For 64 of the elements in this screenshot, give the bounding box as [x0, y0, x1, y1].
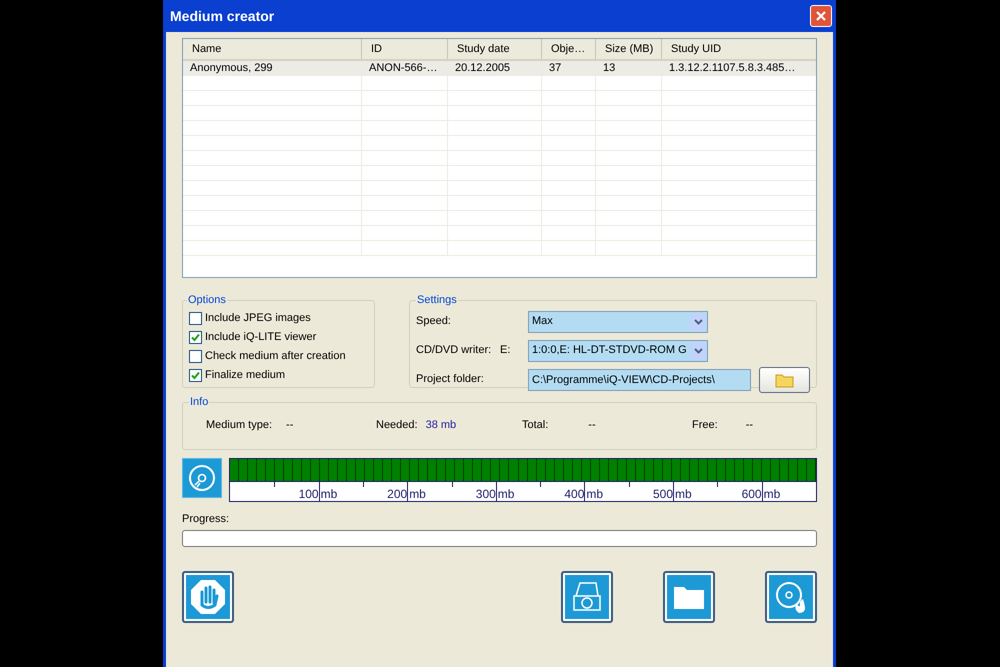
close-icon — [815, 10, 827, 22]
speed-dropdown[interactable]: Max — [528, 310, 708, 332]
group-title: Settings — [416, 293, 458, 308]
column-header[interactable]: Study date — [448, 39, 542, 59]
info-label: Needed: — [376, 418, 418, 432]
info-label: Free: — [692, 418, 718, 432]
burn-button[interactable] — [765, 570, 817, 622]
scale-label: 600 — [742, 486, 762, 503]
info-value: -- — [286, 418, 294, 432]
option-checkbox[interactable]: Include JPEG images — [189, 308, 368, 328]
column-header[interactable]: ID — [362, 39, 448, 59]
group-title: Options — [187, 293, 227, 308]
column-header[interactable]: Size (MB) — [596, 39, 662, 59]
close-button[interactable] — [810, 5, 832, 27]
scale-unit: mb — [320, 486, 338, 503]
scale-label: 300 — [476, 486, 496, 503]
column-header[interactable]: Study UID — [662, 39, 816, 59]
scale-label: 400 — [564, 486, 584, 503]
open-folder-button[interactable] — [663, 570, 715, 622]
project-folder-field[interactable]: C:\Programme\iQ-VIEW\CD-Projects\ — [528, 368, 751, 390]
scale-label: 100 — [298, 486, 319, 503]
disc-button[interactable] — [182, 458, 222, 498]
option-checkbox[interactable]: Check medium after creation — [189, 346, 368, 366]
checkbox[interactable] — [189, 368, 202, 382]
scale-unit: mb — [498, 486, 514, 503]
group-title: Info — [189, 395, 210, 410]
field-label: Project folder: — [416, 372, 485, 388]
checkbox[interactable] — [189, 312, 202, 324]
table-cell: Anonymous, 299 — [183, 61, 362, 75]
writer-dropdown[interactable]: 1:0:0,E: HL-DT-STDVD-ROM G — [528, 340, 708, 362]
info-value: -- — [746, 418, 754, 432]
info-label: Total: — [522, 418, 548, 432]
table-row[interactable]: Anonymous, 299 ANON-566-… 20.12.2005 37 13 1.3.12.2.1107.5.8.3.485… — [183, 61, 816, 76]
table-cell: 37 — [542, 61, 596, 75]
scale-label: 200 — [387, 486, 408, 503]
browse-folder-button[interactable] — [759, 366, 810, 392]
scale-unit: mb — [586, 486, 604, 503]
progress-label: Progress: — [182, 512, 230, 527]
table-cell: 1.3.12.2.1107.5.8.3.485… — [662, 61, 816, 75]
option-checkbox[interactable]: Include iQ-LITE viewer — [189, 328, 368, 346]
burner-button[interactable] — [561, 570, 613, 622]
stop-hand-icon — [189, 578, 227, 616]
option-checkbox[interactable]: Finalize medium — [189, 366, 368, 384]
column-header[interactable]: Obje… — [542, 39, 596, 59]
info-value: -- — [588, 418, 596, 432]
stop-button[interactable] — [182, 570, 234, 622]
checkbox[interactable] — [189, 330, 202, 344]
window-title: Medium creator — [170, 6, 274, 26]
folder-icon — [774, 372, 794, 388]
table-cell: ANON-566-… — [362, 61, 448, 75]
scale-unit: mb — [409, 486, 426, 503]
scale-unit: mb — [675, 486, 692, 503]
disc-icon — [188, 464, 216, 492]
column-header[interactable]: Name — [183, 39, 362, 59]
info-value: 38 mb — [426, 418, 456, 432]
checkbox[interactable] — [189, 350, 202, 362]
field-label: CD/DVD writer: — [416, 343, 492, 358]
drive-letter: E: — [500, 343, 512, 358]
scale-unit: mb — [764, 486, 780, 503]
table-cell: 20.12.2005 — [448, 61, 542, 75]
info-label: Medium type: — [206, 418, 272, 432]
table-cell: 13 — [596, 61, 662, 75]
field-label: Speed: — [416, 314, 452, 330]
scale-label: 500 — [652, 486, 673, 503]
